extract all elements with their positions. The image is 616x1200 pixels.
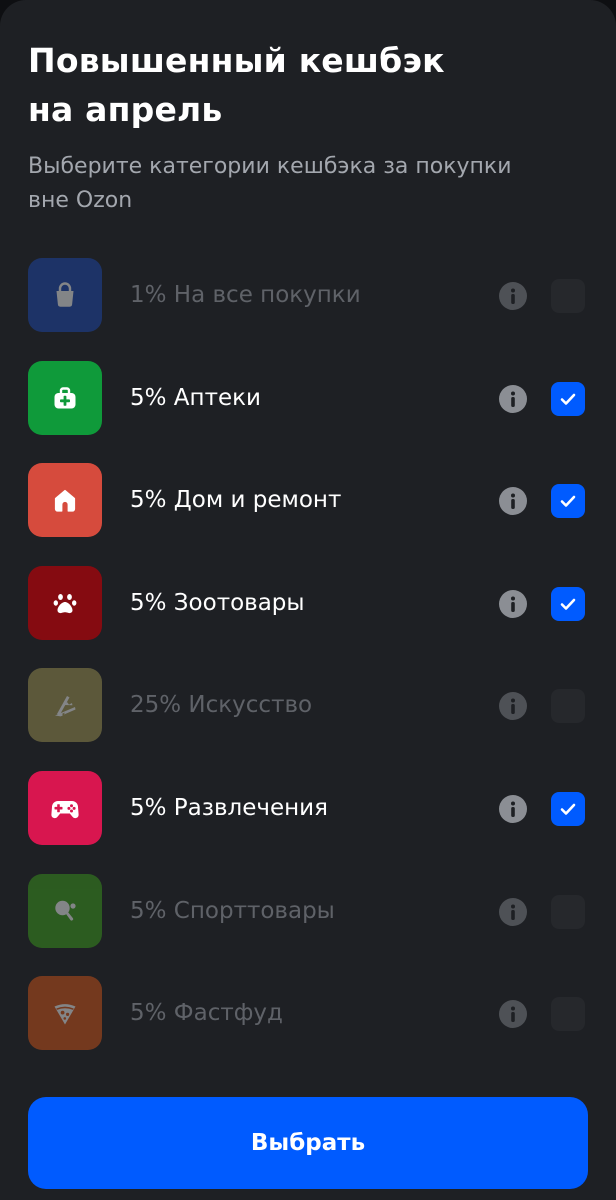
- category-tile: [28, 360, 102, 435]
- category-tile: [28, 873, 102, 948]
- gamepad-icon: [51, 800, 79, 819]
- info-icon[interactable]: [499, 897, 527, 926]
- info-icon[interactable]: [499, 692, 527, 721]
- page-subtitle: Выберите категории кешбэка за покупки вн…: [28, 150, 588, 218]
- info-icon[interactable]: [499, 1000, 527, 1029]
- category-label: 5% Развлечения: [130, 794, 328, 821]
- page-title: Повышенный кешбэк на апрель: [28, 36, 588, 134]
- category-tile: [28, 976, 102, 1051]
- house-icon: [54, 490, 76, 512]
- checkmark-icon: [560, 598, 576, 610]
- category-row-entertainment[interactable]: 5% Развлечения: [0, 770, 616, 874]
- checkmark-icon: [560, 495, 576, 507]
- subtitle-line-2: вне Ozon: [28, 188, 133, 213]
- category-checkbox[interactable]: [551, 586, 585, 621]
- info-icon[interactable]: [499, 487, 527, 516]
- category-label: 5% Аптеки: [130, 384, 261, 411]
- info-icon[interactable]: [499, 589, 527, 618]
- category-checkbox[interactable]: [551, 689, 585, 724]
- first-aid-kit-icon: [54, 386, 76, 409]
- category-checkbox[interactable]: [551, 279, 585, 313]
- category-label: 5% Дом и ремонт: [130, 487, 342, 514]
- category-tile: [28, 668, 102, 743]
- category-label: 5% Зоотовары: [130, 589, 305, 616]
- ping-pong-icon: [55, 900, 76, 921]
- paw-icon: [53, 593, 77, 613]
- category-tile: [28, 565, 102, 640]
- category-row-art[interactable]: 25% Искусство: [0, 668, 616, 771]
- category-checkbox[interactable]: [551, 791, 585, 826]
- category-tile: [28, 770, 102, 845]
- pizza-slice-icon: [54, 1004, 76, 1025]
- checkmark-icon: [560, 393, 576, 405]
- category-checkbox[interactable]: [551, 997, 585, 1032]
- category-label: 5% Фастфуд: [130, 1000, 283, 1027]
- title-line-2: на апрель: [28, 90, 223, 129]
- info-icon[interactable]: [499, 384, 527, 413]
- title-line-1: Повышенный кешбэк: [28, 41, 445, 80]
- category-row-all-purchases[interactable]: 1% На все покупки: [0, 258, 616, 361]
- art-supplies-icon: [55, 696, 76, 717]
- select-button[interactable]: Выбрать: [28, 1097, 588, 1189]
- subtitle-line-1: Выберите категории кешбэка за покупки: [28, 154, 512, 179]
- cashback-sheet: Повышенный кешбэк на апрель Выберите кат…: [0, 0, 616, 1200]
- category-list: 1% На все покупки 5% Аптеки 5% Дом и рем…: [0, 258, 616, 1079]
- category-row-home-repair[interactable]: 5% Дом и ремонт: [0, 463, 616, 566]
- checkmark-icon: [560, 803, 576, 815]
- category-row-fast-food[interactable]: 5% Фастфуд: [0, 976, 616, 1079]
- category-checkbox[interactable]: [551, 484, 585, 519]
- category-checkbox[interactable]: [551, 381, 585, 416]
- category-label: 5% Спорттовары: [130, 897, 335, 924]
- category-row-pharmacies[interactable]: 5% Аптеки: [0, 360, 616, 464]
- category-tile: [28, 463, 102, 538]
- category-label: 1% На все покупки: [130, 282, 361, 308]
- category-label: 25% Искусство: [130, 692, 313, 719]
- info-icon[interactable]: [499, 794, 527, 823]
- category-row-pet-supplies[interactable]: 5% Зоотовары: [0, 565, 616, 669]
- category-checkbox[interactable]: [551, 894, 585, 929]
- shopping-bag-icon: [56, 282, 74, 307]
- category-tile: [28, 258, 102, 332]
- info-icon[interactable]: [499, 282, 527, 310]
- category-row-sports-goods[interactable]: 5% Спорттовары: [0, 873, 616, 977]
